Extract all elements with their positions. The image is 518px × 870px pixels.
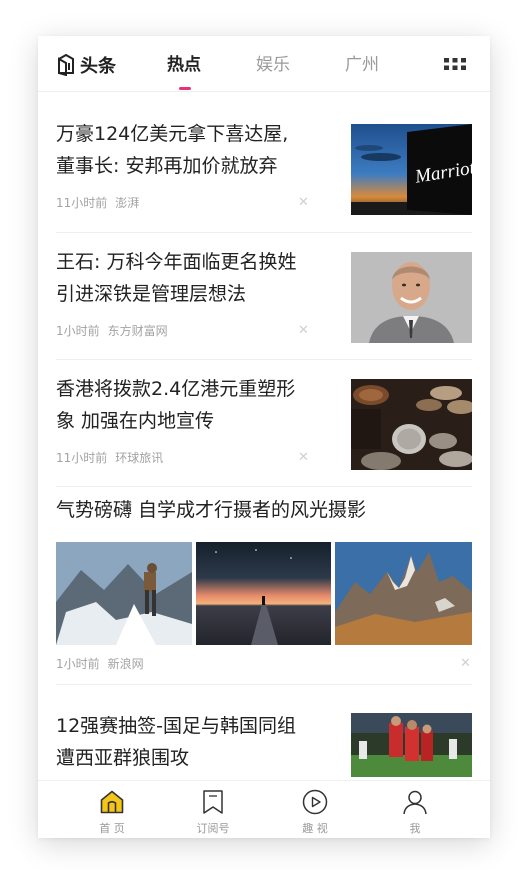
football-players-photo bbox=[351, 713, 472, 777]
coins-photo bbox=[351, 379, 472, 470]
gallery-image bbox=[335, 542, 472, 645]
tabbar-subscriptions[interactable]: 订阅号 bbox=[173, 781, 253, 838]
news-source: 澎湃 bbox=[115, 196, 140, 210]
dismiss-icon[interactable]: ✕ bbox=[298, 451, 309, 465]
play-icon bbox=[302, 789, 328, 815]
dismiss-icon[interactable]: ✕ bbox=[298, 324, 309, 338]
news-title-line: 气势磅礴 自学成才行摄者的风光摄影 bbox=[56, 499, 367, 521]
news-time: 11小时前 bbox=[56, 196, 108, 210]
home-icon bbox=[100, 790, 124, 814]
news-title-line: 万豪124亿美元拿下喜达屋, bbox=[56, 123, 289, 145]
grid-menu-icon[interactable] bbox=[444, 58, 466, 70]
news-source: 新浪网 bbox=[107, 657, 144, 671]
gallery-image bbox=[56, 542, 192, 645]
news-title-line: 象 加强在内地宣传 bbox=[56, 410, 215, 432]
news-thumbnail-coins bbox=[351, 379, 472, 470]
gallery-image bbox=[196, 542, 331, 645]
app-logo[interactable]: 头条 bbox=[56, 53, 116, 77]
rocky-peaks-photo bbox=[335, 542, 472, 645]
tab-entertainment[interactable]: 娱乐 bbox=[256, 53, 290, 77]
news-title-line: 遭西亚群狼围攻 bbox=[56, 747, 190, 769]
news-meta: 1小时前 东方财富网 bbox=[56, 323, 168, 339]
bookmark-icon bbox=[203, 790, 223, 814]
portrait-photo bbox=[351, 252, 472, 343]
bottom-tab-bar: 首 页 订阅号 趣 视 我 bbox=[38, 780, 490, 838]
tabbar-home[interactable]: 首 页 bbox=[72, 781, 152, 838]
news-thumbnail-football bbox=[351, 713, 472, 777]
news-item-gallery[interactable]: 气势磅礴 自学成才行摄者的风光摄影 1小时前 新浪网 ✕ bbox=[56, 487, 472, 685]
news-title-line: 董事长: 安邦再加价就放弃 bbox=[56, 155, 278, 177]
news-item[interactable]: 香港将拨款2.4亿港元重塑形 象 加强在内地宣传 11小时前 环球旅讯 ✕ bbox=[56, 360, 472, 487]
news-thumbnail-portrait bbox=[351, 252, 472, 343]
tabbar-me[interactable]: 我 bbox=[375, 781, 455, 838]
dismiss-icon[interactable]: ✕ bbox=[460, 657, 471, 671]
tabbar-label: 我 bbox=[409, 822, 421, 835]
person-icon bbox=[403, 790, 427, 815]
news-time: 11小时前 bbox=[56, 451, 108, 465]
logo-text: 头条 bbox=[80, 56, 116, 77]
news-item[interactable]: 王石: 万科今年面临更名换姓 引进深铁是管理层想法 1小时前 东方财富网 ✕ bbox=[56, 233, 472, 360]
tab-hot[interactable]: 热点 bbox=[167, 53, 201, 77]
news-meta: 1小时前 新浪网 bbox=[56, 656, 144, 672]
tab-guangzhou[interactable]: 广州 bbox=[345, 53, 379, 77]
news-meta: 11小时前 澎湃 bbox=[56, 195, 139, 211]
tabbar-label: 订阅号 bbox=[196, 822, 230, 835]
tabbar-label: 趣 视 bbox=[302, 822, 328, 835]
tabbar-label: 首 页 bbox=[99, 822, 125, 835]
phone-screen: 头条 热点 娱乐 广州 万豪124亿美元拿下喜达屋, 董事长: 安邦再加价就放弃… bbox=[38, 36, 490, 838]
logo-icon bbox=[58, 54, 74, 76]
news-source: 环球旅讯 bbox=[115, 451, 164, 465]
news-time: 1小时前 bbox=[56, 324, 100, 338]
news-meta: 11小时前 环球旅讯 bbox=[56, 450, 163, 466]
news-title-line: 香港将拨款2.4亿港元重塑形 bbox=[56, 378, 296, 400]
news-title-line: 引进深铁是管理层想法 bbox=[56, 283, 247, 305]
tabbar-video[interactable]: 趣 视 bbox=[275, 781, 355, 838]
active-tab-indicator bbox=[179, 87, 191, 90]
mountain-climber-photo bbox=[56, 542, 192, 645]
sunset-road-photo bbox=[196, 542, 331, 645]
news-title-line: 12强赛抽签-国足与韩国同组 bbox=[56, 715, 297, 737]
news-thumbnail-marriott: Marriott bbox=[351, 124, 472, 215]
marriott-sign-photo: Marriott bbox=[351, 124, 472, 215]
top-nav-bar: 头条 热点 娱乐 广州 bbox=[38, 36, 490, 92]
news-title-line: 王石: 万科今年面临更名换姓 bbox=[56, 251, 297, 273]
news-source: 东方财富网 bbox=[107, 324, 168, 338]
news-time: 1小时前 bbox=[56, 657, 100, 671]
news-item[interactable]: 万豪124亿美元拿下喜达屋, 董事长: 安邦再加价就放弃 11小时前澎湃 ✕ bbox=[56, 93, 472, 233]
dismiss-icon[interactable]: ✕ bbox=[298, 196, 309, 210]
